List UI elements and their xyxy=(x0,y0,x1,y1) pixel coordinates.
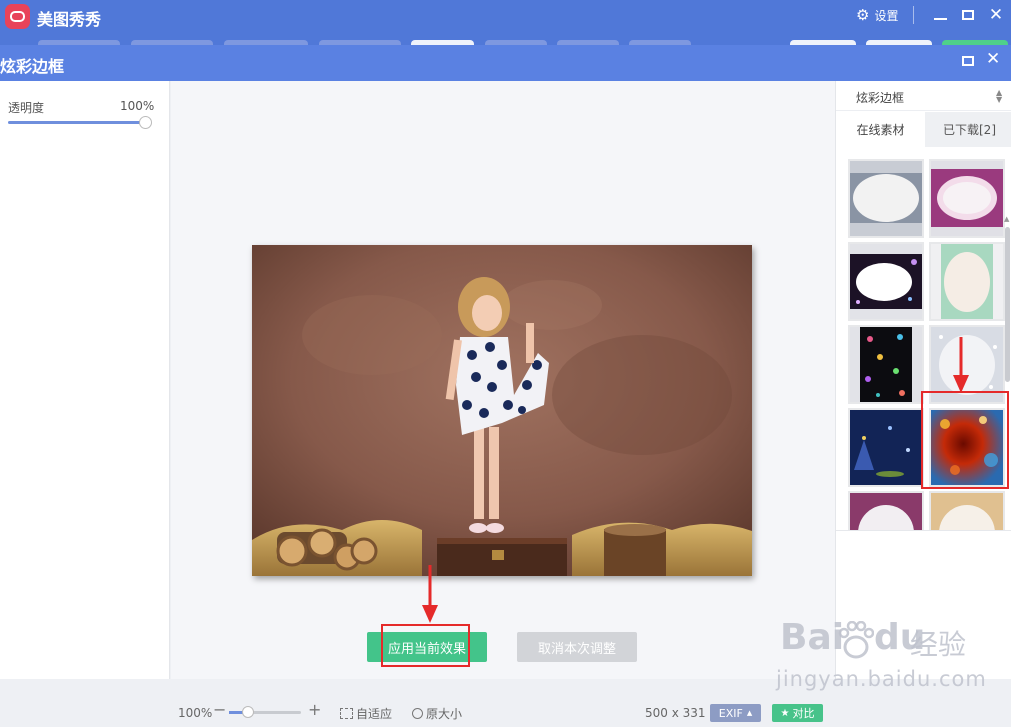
thumbnail-scrollbar[interactable] xyxy=(1005,227,1010,382)
compare-label: 对比 xyxy=(792,707,815,720)
thumbnail-image xyxy=(931,244,1003,319)
photo-preview xyxy=(252,245,752,576)
cancel-adjustment-button[interactable]: 取消本次调整 xyxy=(517,632,637,662)
zoom-in-button[interactable]: + xyxy=(308,700,321,719)
zoom-out-button[interactable]: − xyxy=(213,700,226,719)
down-arrow-annotation-icon xyxy=(953,337,969,393)
opacity-value: 100% xyxy=(120,99,155,113)
gear-icon: ⚙ xyxy=(856,6,870,24)
original-size-label: 原大小 xyxy=(426,707,463,721)
maximize-icon xyxy=(962,10,974,20)
girl-photo-image xyxy=(252,245,752,576)
thumbnail-image xyxy=(931,493,1003,530)
thumbnail-image xyxy=(850,410,922,485)
settings-button[interactable]: ⚙ 设置 xyxy=(856,7,898,24)
panel-title: 炫彩边框 xyxy=(0,57,65,76)
app-title: 美图秀秀 xyxy=(37,10,102,29)
frame-thumbnail-light-2[interactable] xyxy=(929,491,1005,530)
frame-thumbnail-pink-purple[interactable] xyxy=(929,159,1005,238)
opacity-slider[interactable] xyxy=(8,116,152,129)
thumbnail-image xyxy=(850,327,922,402)
editing-canvas: 应用当前效果 取消本次调整 xyxy=(171,81,835,679)
exif-button[interactable]: EXIF ▲ xyxy=(710,704,761,722)
compare-button[interactable]: ★ 对比 xyxy=(772,704,823,722)
panel-close-icon[interactable]: ✕ xyxy=(986,51,1000,68)
thumbnail-image xyxy=(931,161,1003,236)
minimize-icon xyxy=(933,18,947,20)
zoom-slider[interactable] xyxy=(229,706,301,718)
compare-icon: ★ xyxy=(780,707,790,719)
frame-thumbnail-christmas-tree[interactable] xyxy=(848,408,924,487)
app-titlebar: 美图秀秀 ⚙ 设置 ✕ xyxy=(0,0,1011,46)
frame-thumbnail-hearts-bokeh[interactable] xyxy=(848,325,924,404)
fit-label: 自适应 xyxy=(356,707,393,721)
fit-to-window-button[interactable]: 自适应 xyxy=(340,705,392,722)
frame-thumbnail-mint-glow[interactable] xyxy=(929,242,1005,321)
frame-thumbnail-grid: ▲ ▼ xyxy=(836,147,1011,531)
settings-label: 设置 xyxy=(874,9,899,23)
thumbnail-image xyxy=(931,410,1003,485)
opacity-slider-track xyxy=(8,121,146,124)
zoom-slider-thumb[interactable] xyxy=(242,706,254,718)
close-button[interactable]: ✕ xyxy=(987,6,1005,24)
left-settings-panel: 透明度 100% xyxy=(0,81,170,679)
right-materials-panel: 炫彩边框 ▲ ▼ 在线素材 已下载[2] ▲ xyxy=(835,81,1011,679)
meitu-logo-icon xyxy=(5,4,30,29)
close-icon: ✕ xyxy=(988,4,1004,25)
panel-header: 炫彩边框 ✕ xyxy=(0,45,1011,81)
category-select[interactable]: 炫彩边框 ▲ ▼ xyxy=(836,81,1011,111)
frame-thumbnail-sparkle-purple[interactable] xyxy=(848,242,924,321)
opacity-label: 透明度 xyxy=(8,101,45,115)
category-select-value: 炫彩边框 xyxy=(856,91,905,105)
frame-thumbnail-light-1[interactable] xyxy=(848,491,924,530)
minimize-button[interactable] xyxy=(931,6,949,24)
opacity-slider-thumb[interactable] xyxy=(139,116,152,129)
magnifier-icon xyxy=(412,708,423,719)
tab-online-materials[interactable]: 在线素材 xyxy=(836,112,925,147)
maximize-button[interactable] xyxy=(959,6,977,24)
apply-effect-button[interactable]: 应用当前效果 xyxy=(367,632,487,662)
zoom-level: 100% xyxy=(178,706,213,720)
exif-label: EXIF xyxy=(718,706,743,720)
updown-arrows-icon: ▲ ▼ xyxy=(996,88,1003,104)
frame-thumbnail-soft-white[interactable] xyxy=(848,159,924,238)
frame-thumbnail-orange-bokeh[interactable] xyxy=(929,408,1005,487)
original-size-button[interactable]: 原大小 xyxy=(412,705,462,722)
status-bar: 100% − + 自适应 原大小 500 x 331 EXIF ▲ ★ 对比 xyxy=(0,697,1011,727)
down-arrow-annotation-icon xyxy=(422,565,438,623)
fit-frame-icon xyxy=(340,708,353,719)
thumbnail-image xyxy=(850,161,922,236)
thumbnail-image xyxy=(850,493,922,530)
thumbnail-image xyxy=(850,244,922,319)
titlebar-divider xyxy=(913,6,914,24)
scroll-up-icon[interactable]: ▲ xyxy=(1004,215,1009,223)
caret-up-icon: ▲ xyxy=(746,709,753,717)
tab-downloaded[interactable]: 已下载[2] xyxy=(925,112,1011,147)
image-dimensions: 500 x 331 xyxy=(645,706,706,720)
panel-maximize-icon[interactable] xyxy=(962,56,974,66)
